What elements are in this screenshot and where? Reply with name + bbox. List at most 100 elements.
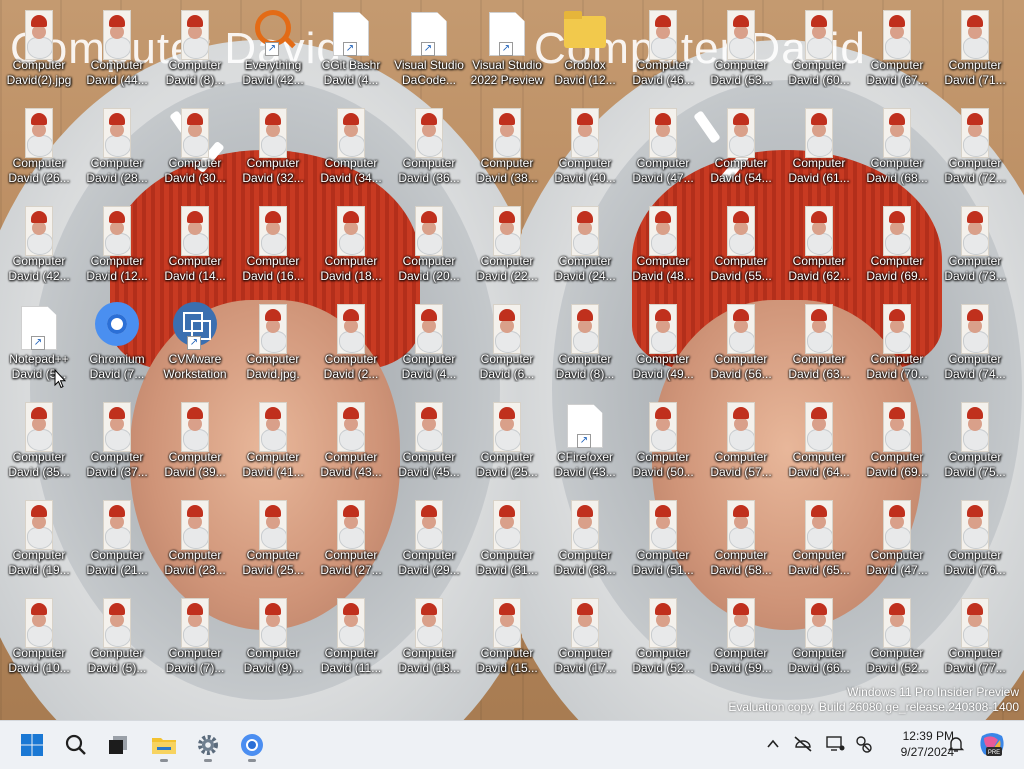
desktop-icon[interactable]: Computer David (8)...: [546, 296, 624, 388]
settings-button[interactable]: [190, 727, 226, 763]
desktop-icon[interactable]: Chromium David (7...: [78, 296, 156, 388]
desktop-icon[interactable]: Computer David (71...: [936, 2, 1014, 94]
desktop-icon[interactable]: Computer David (15...: [468, 590, 546, 682]
desktop-icon[interactable]: Computer David (12...: [78, 198, 156, 290]
file-explorer-button[interactable]: [146, 727, 182, 763]
taskbar-clock[interactable]: 12:39 PM 9/27/2024: [874, 728, 954, 760]
desktop-icon[interactable]: Croblox David (12...: [546, 2, 624, 94]
desktop-icon[interactable]: Computer David (44...: [78, 2, 156, 94]
desktop-icon[interactable]: Computer David (19...: [0, 492, 78, 584]
desktop-icon[interactable]: Computer David (35...: [0, 394, 78, 486]
desktop-icon[interactable]: Computer David (47...: [624, 100, 702, 192]
desktop-icon[interactable]: Computer David (61...: [780, 100, 858, 192]
desktop-icon[interactable]: Computer David (55...: [702, 198, 780, 290]
desktop-icon[interactable]: Computer David (11...: [312, 590, 390, 682]
desktop-icon[interactable]: Computer David (18...: [390, 590, 468, 682]
desktop-icon[interactable]: Computer David (24...: [546, 198, 624, 290]
desktop-icon[interactable]: Computer David (63...: [780, 296, 858, 388]
desktop-icon[interactable]: Computer David (42...: [0, 198, 78, 290]
network-status-button[interactable]: [792, 733, 814, 755]
desktop-icon[interactable]: Computer David (6...: [468, 296, 546, 388]
desktop-icon[interactable]: Computer David (62...: [780, 198, 858, 290]
desktop-icon[interactable]: Computer David (25...: [234, 492, 312, 584]
search-button[interactable]: [58, 727, 94, 763]
desktop-icon[interactable]: Computer David (7)...: [156, 590, 234, 682]
desktop-icon[interactable]: ↗ CGit Bashr David (4...: [312, 2, 390, 94]
desktop-icon[interactable]: Computer David (73...: [936, 198, 1014, 290]
desktop-icon[interactable]: Computer David (43...: [312, 394, 390, 486]
desktop-icon[interactable]: Computer David (45...: [390, 394, 468, 486]
desktop-icon[interactable]: Computer David (49...: [624, 296, 702, 388]
desktop-icon[interactable]: Computer David (22...: [468, 198, 546, 290]
desktop-icon[interactable]: Computer David (32...: [234, 100, 312, 192]
desktop-icon[interactable]: Computer David (8)...: [156, 2, 234, 94]
desktop-icon[interactable]: Computer David (47...: [858, 492, 936, 584]
desktop-icon[interactable]: Computer David (5)...: [78, 590, 156, 682]
start-button[interactable]: [14, 727, 50, 763]
desktop-icon[interactable]: Computer David (37...: [78, 394, 156, 486]
desktop-icon[interactable]: Computer David (69...: [858, 198, 936, 290]
desktop-icon[interactable]: Computer David (16...: [234, 198, 312, 290]
desktop-icon[interactable]: Computer David (66...: [780, 590, 858, 682]
desktop-icon[interactable]: Computer David (39...: [156, 394, 234, 486]
desktop-icon[interactable]: Computer David (9)...: [234, 590, 312, 682]
task-view-button[interactable]: [100, 727, 136, 763]
desktop-icon[interactable]: Computer David (69...: [858, 394, 936, 486]
show-hidden-icons-button[interactable]: [762, 733, 784, 755]
desktop-icon[interactable]: Computer David (18...: [312, 198, 390, 290]
desktop-icon[interactable]: Computer David (77...: [936, 590, 1014, 682]
desktop-icon[interactable]: Computer David (51...: [624, 492, 702, 584]
desktop-icon[interactable]: Computer David (33...: [546, 492, 624, 584]
desktop-icon[interactable]: ↗ Visual Studio DaCode...: [390, 2, 468, 94]
desktop-icon[interactable]: Computer David (29...: [390, 492, 468, 584]
display-status-button[interactable]: [824, 733, 846, 755]
desktop-icon[interactable]: Computer David (28...: [78, 100, 156, 192]
desktop-icon[interactable]: Computer David (48...: [624, 198, 702, 290]
desktop-icon[interactable]: Computer David (20...: [390, 198, 468, 290]
desktop-icon[interactable]: Computer David (31...: [468, 492, 546, 584]
copilot-button[interactable]: PRE: [978, 730, 1006, 758]
desktop-icon[interactable]: Computer David (60...: [780, 2, 858, 94]
desktop-icon[interactable]: Computer David (23...: [156, 492, 234, 584]
desktop-icon[interactable]: Computer David (41...: [234, 394, 312, 486]
desktop-icon[interactable]: Computer David (72...: [936, 100, 1014, 192]
desktop-icon[interactable]: Computer David (21...: [78, 492, 156, 584]
desktop-icon[interactable]: Computer David (34...: [312, 100, 390, 192]
desktop-icon[interactable]: Computer David (14...: [156, 198, 234, 290]
desktop-icon[interactable]: Computer David (59...: [702, 590, 780, 682]
desktop-icon[interactable]: Computer David (57...: [702, 394, 780, 486]
desktop-icon[interactable]: Computer David (68...: [858, 100, 936, 192]
desktop-icon[interactable]: Computer David.jpg.: [234, 296, 312, 388]
desktop-icon[interactable]: Computer David (54...: [702, 100, 780, 192]
desktop-icon[interactable]: Computer David (40...: [546, 100, 624, 192]
desktop-icon[interactable]: Computer David (26...: [0, 100, 78, 192]
desktop-icon[interactable]: Computer David (4...: [390, 296, 468, 388]
desktop-icon[interactable]: Computer David (74...: [936, 296, 1014, 388]
desktop-icon[interactable]: Computer David (25...: [468, 394, 546, 486]
desktop-icon[interactable]: Computer David (38...: [468, 100, 546, 192]
desktop-icon[interactable]: ↗ CFirefoxer David (43...: [546, 394, 624, 486]
desktop-icon[interactable]: Computer David (70...: [858, 296, 936, 388]
desktop-icon[interactable]: ↗ Visual Studio 2022 Preview: [468, 2, 546, 94]
desktop-icon[interactable]: Computer David (56...: [702, 296, 780, 388]
desktop-icon[interactable]: Computer David (52...: [858, 590, 936, 682]
desktop-icon[interactable]: Computer David (53...: [702, 2, 780, 94]
accessibility-status-button[interactable]: [852, 733, 874, 755]
desktop-icon[interactable]: Computer David (58...: [702, 492, 780, 584]
desktop-icon[interactable]: Computer David(2).jpg: [0, 2, 78, 94]
desktop-icon[interactable]: Computer David (30...: [156, 100, 234, 192]
desktop-icon[interactable]: Computer David (76...: [936, 492, 1014, 584]
desktop-icon[interactable]: Computer David (75...: [936, 394, 1014, 486]
desktop-icon[interactable]: Computer David (27...: [312, 492, 390, 584]
desktop-icon[interactable]: Computer David (36...: [390, 100, 468, 192]
desktop-icon[interactable]: Computer David (65...: [780, 492, 858, 584]
desktop-icon[interactable]: ↗Notepad++ David (5...: [0, 296, 78, 388]
notifications-button[interactable]: [945, 733, 967, 755]
desktop-icon[interactable]: Computer David (17...: [546, 590, 624, 682]
desktop-icon[interactable]: Computer David (52...: [624, 590, 702, 682]
desktop-icon[interactable]: Computer David (10...: [0, 590, 78, 682]
desktop-icon[interactable]: Computer David (46...: [624, 2, 702, 94]
desktop-icon[interactable]: ↗ Everything David (42...: [234, 2, 312, 94]
desktop-icon[interactable]: Computer David (67...: [858, 2, 936, 94]
desktop-icon[interactable]: Computer David (2...: [312, 296, 390, 388]
